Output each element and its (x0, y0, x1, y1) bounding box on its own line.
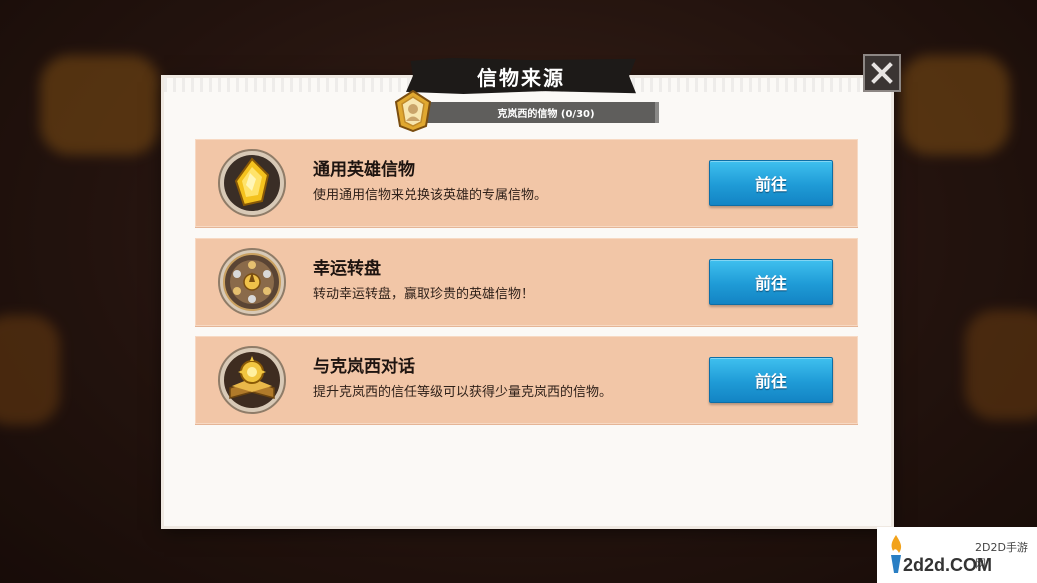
source-description: 使用通用信物来兑换该英雄的专属信物。 (313, 188, 548, 203)
gold-book-icon (218, 346, 286, 414)
go-button-talk[interactable]: 前往 (709, 357, 833, 403)
source-title: 与克岚西对话 (313, 357, 415, 377)
relic-count-label: 克岚西的信物 (0/30) (497, 109, 595, 120)
lucky-wheel-icon (218, 248, 286, 316)
go-button-label: 前往 (754, 372, 787, 391)
close-button[interactable] (863, 54, 901, 92)
source-description: 转动幸运转盘，赢取珍贵的英雄信物！ (313, 287, 535, 302)
watermark-site: 2d2d.COM (903, 555, 993, 575)
gold-crystal-icon (218, 149, 286, 217)
site-watermark: 2D2D手游网 2d2d.COM (877, 527, 1037, 583)
close-icon (871, 62, 893, 84)
go-button-common-relic[interactable]: 前往 (709, 160, 833, 206)
source-title: 幸运转盘 (313, 259, 381, 279)
source-row-lucky-wheel: 幸运转盘 转动幸运转盘，赢取珍贵的英雄信物！ 前往 (195, 238, 858, 326)
dialog-title-banner: 信物来源 (406, 58, 636, 94)
relic-count-bar: 克岚西的信物 (0/30) (423, 102, 659, 123)
go-button-label: 前往 (754, 175, 787, 194)
go-button-label: 前往 (754, 274, 787, 293)
source-row-talk: 与克岚西对话 提升克岚西的信任等级可以获得少量克岚西的信物。 前往 (195, 336, 858, 424)
source-title: 通用英雄信物 (313, 160, 415, 180)
hero-relic-icon (392, 89, 434, 133)
source-row-common-relic: 通用英雄信物 使用通用信物来兑换该英雄的专属信物。 前往 (195, 139, 858, 227)
dialog-title: 信物来源 (477, 65, 565, 90)
source-description: 提升克岚西的信任等级可以获得少量克岚西的信物。 (313, 385, 613, 400)
go-button-lucky-wheel[interactable]: 前往 (709, 259, 833, 305)
